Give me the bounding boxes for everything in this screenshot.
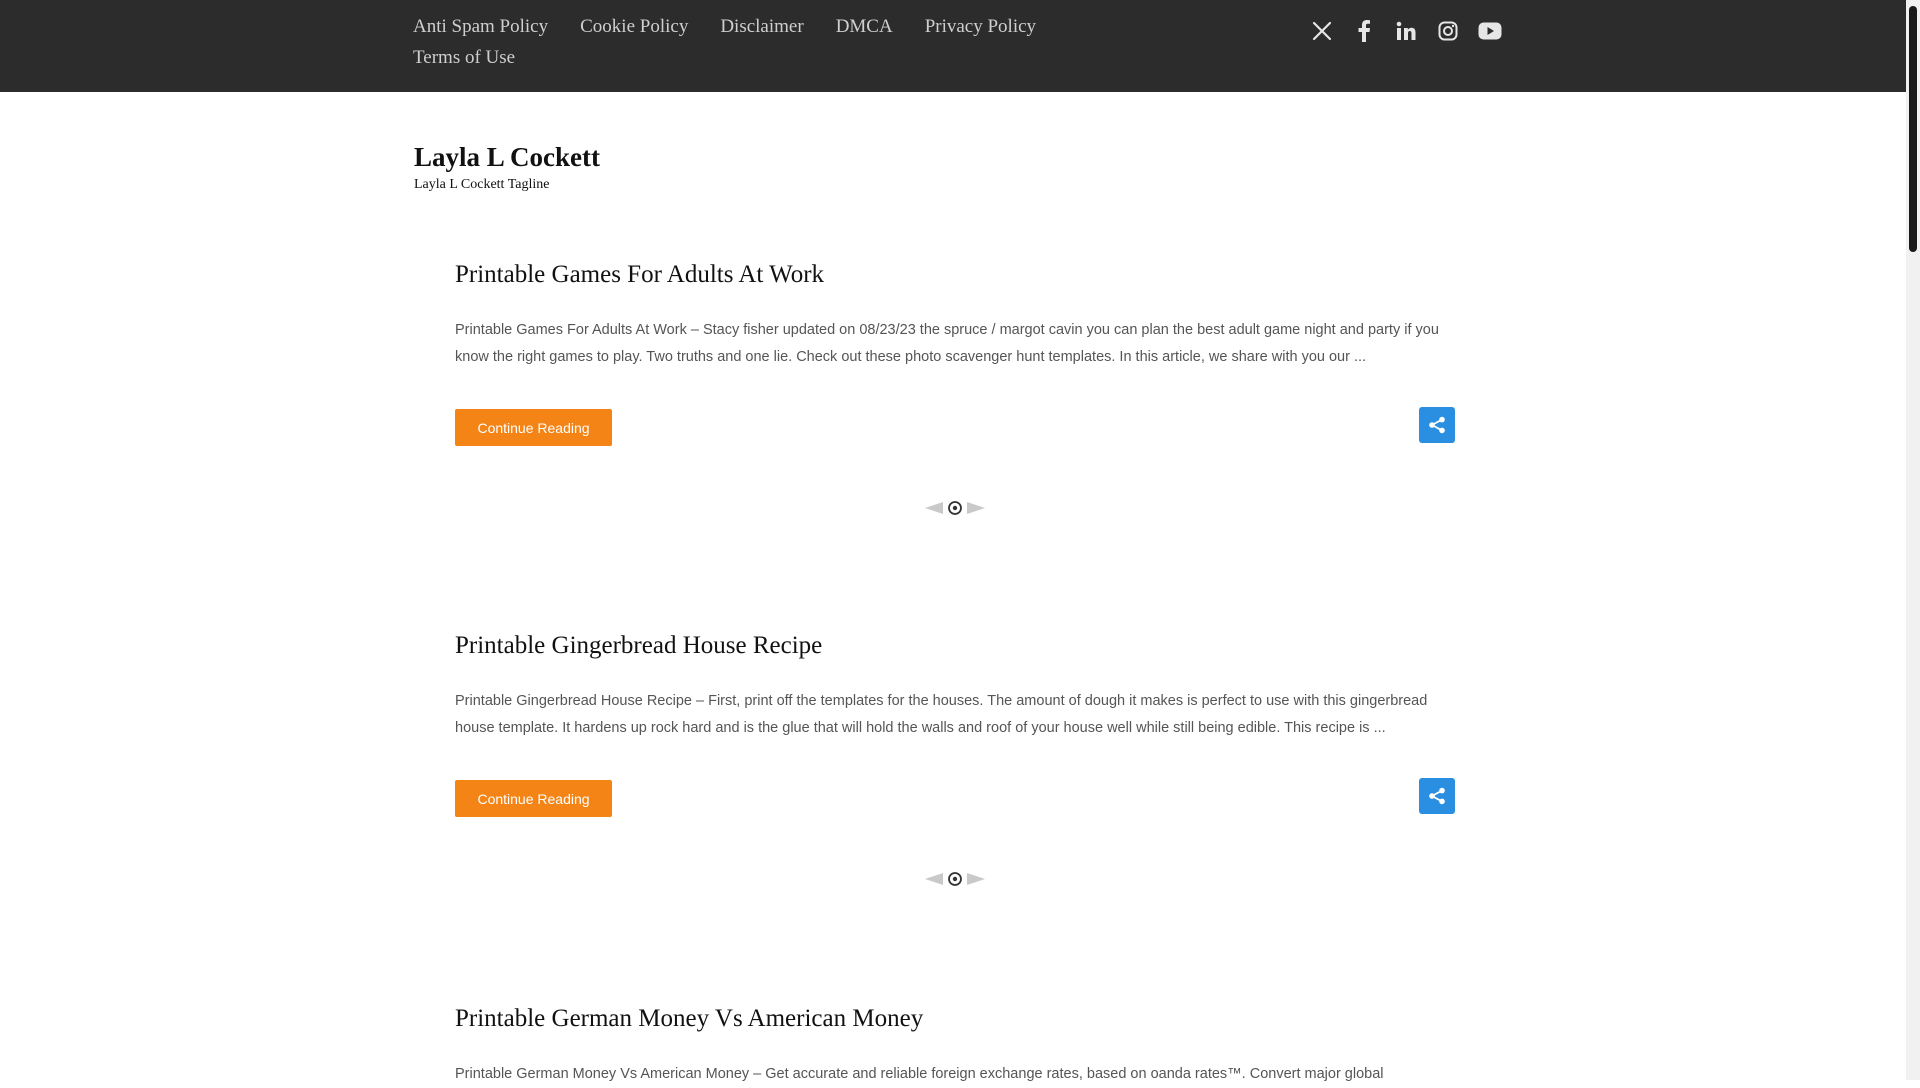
site-tagline: Layla L Cockett Tagline	[414, 177, 550, 192]
share-icon	[1429, 787, 1445, 805]
nav-link-cookie-policy[interactable]: Cookie Policy	[580, 14, 688, 39]
post-excerpt: Printable Gingerbread House Recipe – Fir…	[455, 693, 1428, 736]
post-excerpt: Printable Games For Adults At Work – Sta…	[455, 322, 1439, 365]
nav-link-privacy-policy[interactable]: Privacy Policy	[925, 14, 1036, 39]
scrollbar-thumb[interactable]	[1909, 6, 1917, 252]
post-actions: Continue Reading	[455, 407, 1455, 449]
nav-link-dmca[interactable]: DMCA	[836, 14, 893, 39]
nav-link-disclaimer[interactable]: Disclaimer	[720, 14, 803, 39]
post-divider-ornament	[925, 501, 985, 515]
post-card: Printable German Money Vs American Money…	[455, 1005, 1455, 1088]
instagram-icon[interactable]	[1436, 19, 1460, 43]
post-excerpt: Printable German Money Vs American Money…	[455, 1066, 1384, 1082]
continue-reading-button[interactable]: Continue Reading	[455, 780, 612, 817]
post-divider-ornament	[925, 872, 985, 886]
share-icon	[1429, 416, 1445, 434]
page-scrollbar[interactable]	[1906, 0, 1920, 1080]
nav-link-terms-of-use[interactable]: Terms of Use	[413, 45, 515, 70]
share-button[interactable]	[1419, 407, 1455, 443]
youtube-icon[interactable]	[1478, 19, 1502, 43]
post-title[interactable]: Printable Gingerbread House Recipe	[455, 632, 1455, 660]
share-button[interactable]	[1419, 778, 1455, 814]
social-links	[1310, 19, 1502, 43]
top-bar: Anti Spam Policy Cookie Policy Disclaime…	[0, 0, 1906, 92]
post-title[interactable]: Printable German Money Vs American Money	[455, 1005, 1455, 1033]
post-title[interactable]: Printable Games For Adults At Work	[455, 261, 1455, 289]
post-card: Printable Gingerbread House Recipe Print…	[455, 632, 1455, 820]
top-navigation: Anti Spam Policy Cookie Policy Disclaime…	[413, 14, 1063, 70]
continue-reading-button[interactable]: Continue Reading	[455, 409, 612, 446]
facebook-icon[interactable]	[1352, 19, 1376, 43]
post-card: Printable Games For Adults At Work Print…	[455, 261, 1455, 449]
post-actions: Continue Reading	[455, 778, 1455, 820]
nav-link-anti-spam-policy[interactable]: Anti Spam Policy	[413, 14, 548, 39]
linkedin-icon[interactable]	[1394, 19, 1418, 43]
x-icon[interactable]	[1310, 19, 1334, 43]
site-title[interactable]: Layla L Cockett	[414, 142, 600, 173]
